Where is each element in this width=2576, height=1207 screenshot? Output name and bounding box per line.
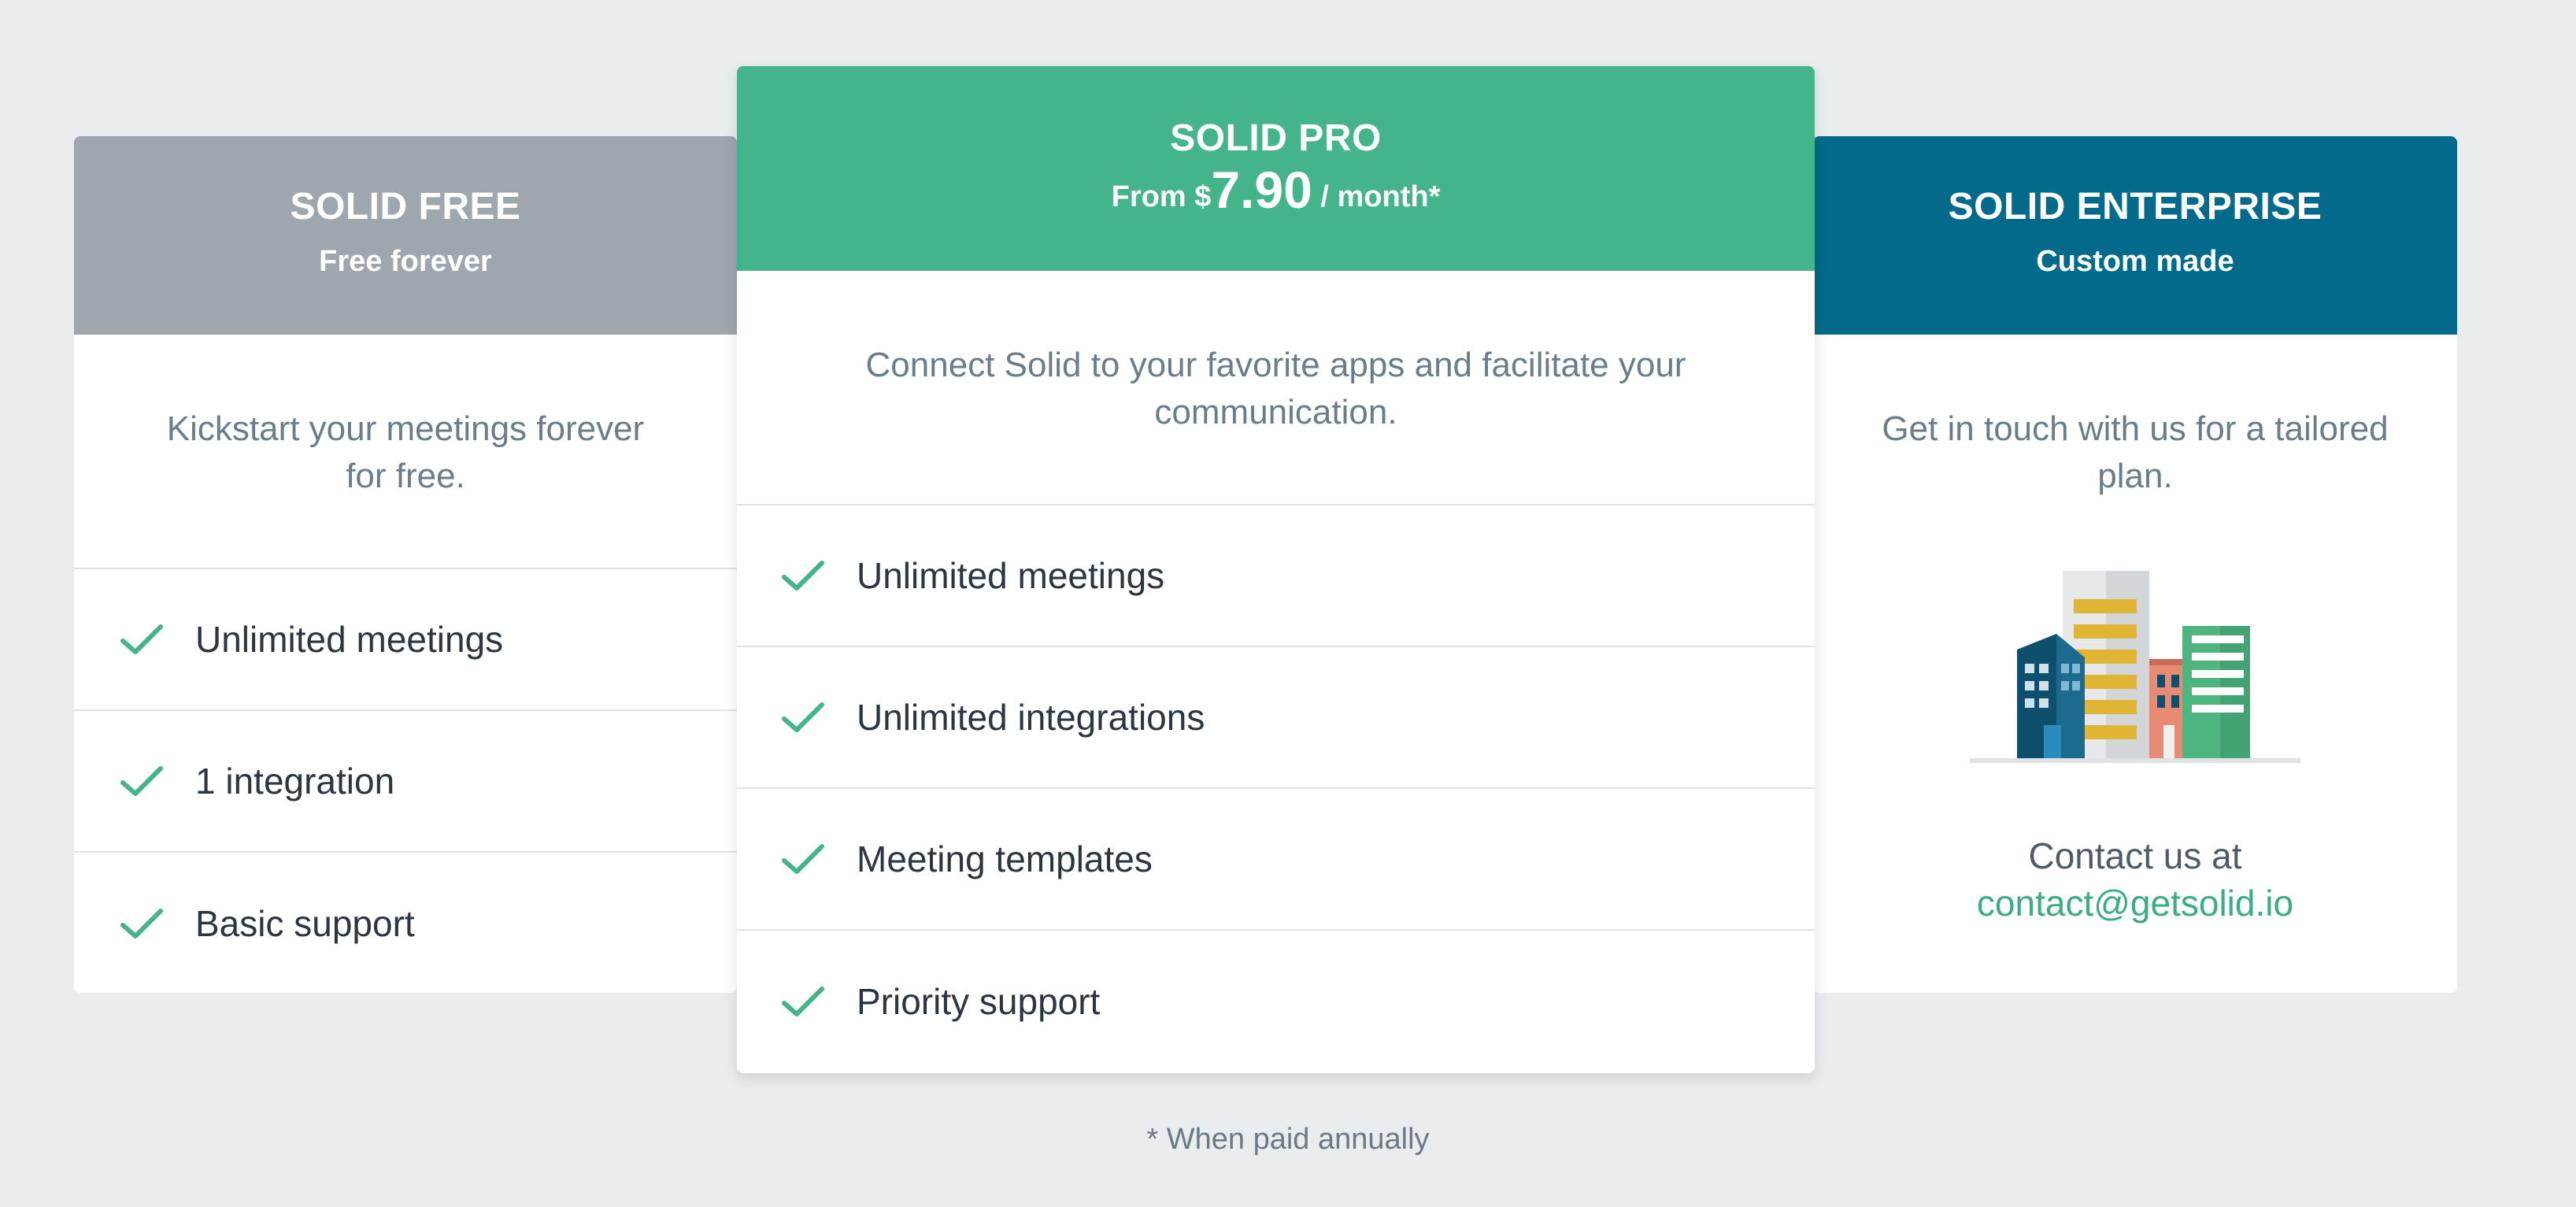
plan-header-pro: SOLID PRO From $7.90 / month* <box>737 66 1815 271</box>
price-prefix: From $ <box>1111 180 1212 213</box>
feature-item: 1 integration <box>74 711 737 853</box>
footnote: * When paid annually <box>1146 1123 1430 1156</box>
feature-item: Priority support <box>737 931 1815 1072</box>
feature-item: Meeting templates <box>737 789 1815 931</box>
check-icon <box>782 561 824 591</box>
plan-name: SOLID PRO <box>1170 117 1382 159</box>
check-icon <box>120 766 163 796</box>
feature-label: Priority support <box>857 981 1101 1022</box>
contact-text: Contact us at <box>2028 835 2242 876</box>
plan-subtitle: Custom made <box>2036 245 2234 278</box>
plan-description: Connect Solid to your favorite apps and … <box>737 271 1815 505</box>
plan-header-enterprise: SOLID ENTERPRISE Custom made <box>1813 136 2457 335</box>
check-icon <box>120 909 163 939</box>
city-buildings-icon <box>1970 571 2300 763</box>
feature-item: Unlimited meetings <box>737 505 1815 647</box>
plan-card-enterprise: SOLID ENTERPRISE Custom made Get in touc… <box>1813 136 2457 993</box>
plan-description: Get in touch with us for a tailored plan… <box>1882 409 2389 495</box>
plan-subtitle: Free forever <box>319 245 492 278</box>
check-icon <box>782 987 824 1016</box>
plan-header-free: SOLID FREE Free forever <box>74 136 737 335</box>
feature-item: Unlimited integrations <box>737 647 1815 789</box>
feature-item: Unlimited meetings <box>74 569 737 711</box>
feature-label: Meeting templates <box>857 839 1153 879</box>
plan-card-free: SOLID FREE Free forever Kickstart your m… <box>74 136 737 993</box>
check-icon <box>120 624 163 654</box>
plan-price: From $7.90 / month* <box>737 162 1815 224</box>
price-suffix: / month* <box>1312 180 1441 213</box>
feature-label: 1 integration <box>195 761 395 802</box>
contact-block: Contact us at contact@getsolid.io <box>1813 832 2457 927</box>
plan-description: Kickstart your meetings forever for free… <box>74 335 737 569</box>
feature-label: Unlimited meetings <box>195 619 504 660</box>
plan-name: SOLID FREE <box>290 186 521 228</box>
feature-list: Unlimited meetings Unlimited integration… <box>737 505 1815 1072</box>
plan-name: SOLID ENTERPRISE <box>1948 186 2322 228</box>
feature-list: Unlimited meetings 1 integration Basic s… <box>74 569 737 993</box>
feature-label: Basic support <box>195 903 415 944</box>
price-amount: 7.90 <box>1211 161 1312 219</box>
check-icon <box>782 844 824 874</box>
feature-label: Unlimited integrations <box>857 697 1205 738</box>
plan-card-pro: SOLID PRO From $7.90 / month* Connect So… <box>737 66 1815 1073</box>
feature-label: Unlimited meetings <box>857 555 1165 596</box>
feature-item: Basic support <box>74 853 737 993</box>
contact-email-link[interactable]: contact@getsolid.io <box>1813 879 2457 927</box>
check-icon <box>782 702 824 732</box>
